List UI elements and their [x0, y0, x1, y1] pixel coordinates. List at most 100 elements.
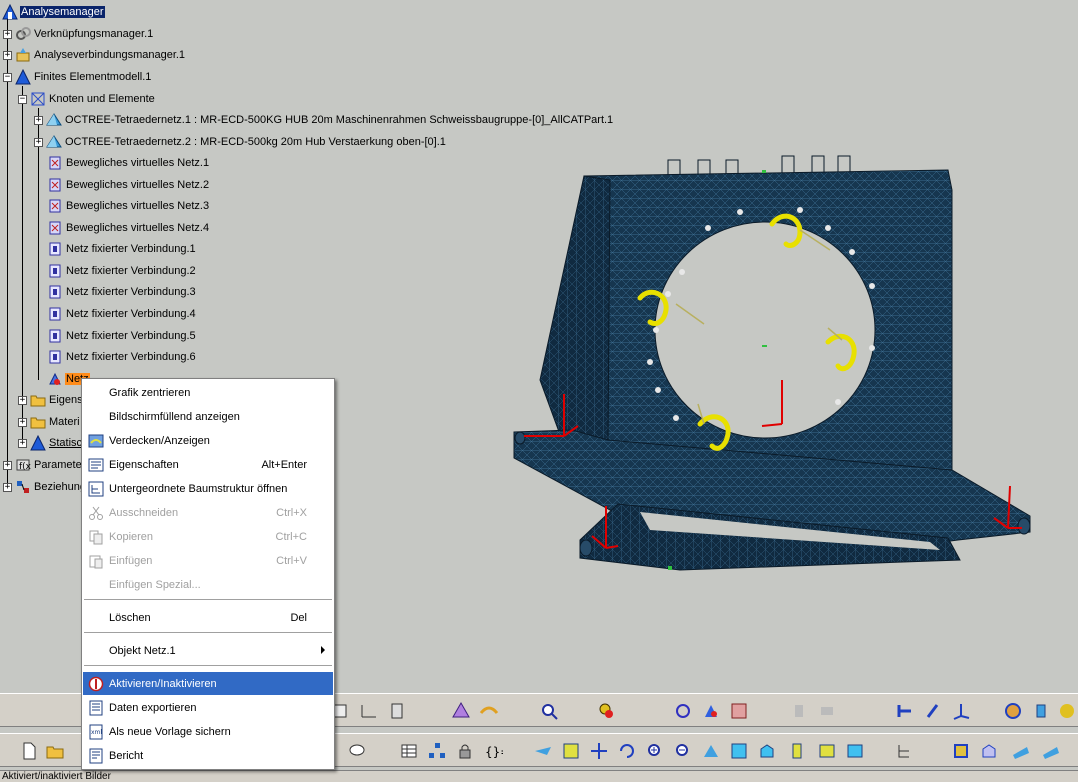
tree-node-octree-2[interactable]: + OCTREE-Tetraedernetz.2 : MR-ECD-500kg … — [34, 133, 447, 151]
tree-node-static-case[interactable]: + Statisc — [18, 434, 83, 452]
zoom-icon[interactable] — [538, 700, 560, 722]
formula-icon[interactable]: {}= — [482, 740, 504, 762]
clamp-icon[interactable] — [700, 700, 722, 722]
lock-icon[interactable] — [454, 740, 476, 762]
tree-node-virtual-mesh-3[interactable]: Bewegliches virtuelles Netz.3 — [47, 197, 210, 215]
comment-icon[interactable] — [346, 740, 368, 762]
collapse-icon[interactable]: − — [18, 94, 27, 104]
hierarchy-icon[interactable] — [426, 740, 448, 762]
plane-icon[interactable] — [1040, 740, 1062, 762]
connection-icon[interactable] — [672, 700, 694, 722]
multi-view-icon[interactable] — [728, 740, 750, 762]
tree-node-label: Finites Elementmodell.1 — [34, 71, 152, 83]
tree-node-connection-manager[interactable]: + Analyseverbindungsmanager.1 — [3, 46, 186, 64]
tree-node-root[interactable]: Analysemanager — [2, 3, 105, 21]
expand-icon[interactable]: + — [3, 460, 12, 470]
surface-icon[interactable] — [478, 700, 500, 722]
tree-node-relations[interactable]: + Beziehung — [3, 478, 87, 496]
central-bore — [654, 221, 876, 439]
menu-item-hide-show[interactable]: Verdecken/Anzeigen — [83, 429, 333, 452]
menu-item-object-submenu[interactable]: Objekt Netz.1 — [83, 639, 333, 662]
menu-separator — [84, 599, 332, 600]
tree-node-materials[interactable]: + Materi — [18, 413, 81, 431]
expand-icon[interactable]: + — [3, 29, 12, 39]
plane-icon[interactable] — [1010, 740, 1032, 762]
tree-node-links-manager[interactable]: + Verknüpfungsmanager.1 — [3, 25, 154, 43]
menu-item-fit-all[interactable]: Bildschirmfüllend anzeigen — [83, 405, 333, 428]
fixed-connection-icon — [47, 241, 63, 257]
sensor-icon[interactable] — [596, 700, 618, 722]
tree-node-label: Netz fixierter Verbindung.6 — [66, 351, 196, 363]
pin-icon[interactable] — [922, 700, 944, 722]
tetra-mesh-icon — [46, 134, 62, 150]
tree-node-properties[interactable]: + Eigens — [18, 391, 84, 409]
target-icon[interactable] — [1002, 700, 1024, 722]
properties-icon — [86, 455, 106, 475]
gray-tool-icon[interactable] — [816, 700, 838, 722]
axis-icon[interactable] — [950, 700, 972, 722]
tree-node-fixed-connection-1[interactable]: Netz fixierter Verbindung.1 — [47, 240, 197, 258]
tree-node-label: OCTREE-Tetraedernetz.2 : MR-ECD-500kg 20… — [65, 136, 446, 148]
open-folder-icon[interactable] — [44, 740, 66, 762]
dimension-icon[interactable] — [358, 700, 380, 722]
tree-node-fem-model[interactable]: − Finites Elementmodell.1 — [3, 68, 152, 86]
tree-icon[interactable] — [894, 740, 916, 762]
swap-visible-icon[interactable] — [844, 740, 866, 762]
folder-icon — [30, 414, 46, 430]
fly-icon[interactable] — [532, 740, 554, 762]
expand-icon[interactable]: + — [34, 115, 43, 125]
menu-item-activate-deactivate[interactable]: Aktivieren/Inaktivieren — [83, 672, 333, 695]
tree-node-virtual-mesh-1[interactable]: Bewegliches virtuelles Netz.1 — [47, 154, 210, 172]
tree-node-virtual-mesh-4[interactable]: Bewegliches virtuelles Netz.4 — [47, 219, 210, 237]
expand-icon[interactable]: + — [18, 438, 27, 448]
tree-node-fixed-connection-3[interactable]: Netz fixierter Verbindung.3 — [47, 283, 197, 301]
svg-text:{}=: {}= — [485, 745, 503, 759]
table-icon[interactable] — [398, 740, 420, 762]
load-icon[interactable] — [728, 700, 750, 722]
tree-node-fixed-connection-4[interactable]: Netz fixierter Verbindung.4 — [47, 305, 197, 323]
expand-icon[interactable]: + — [18, 417, 27, 427]
scroll-icon[interactable] — [386, 700, 408, 722]
expand-icon[interactable]: + — [3, 482, 12, 492]
tree-node-label: Netz fixierter Verbindung.2 — [66, 265, 196, 277]
tree-node-fixed-connection-6[interactable]: Netz fixierter Verbindung.6 — [47, 348, 197, 366]
info-icon[interactable] — [1056, 700, 1078, 722]
tree-node-nodes-elements[interactable]: − Knoten und Elemente — [18, 90, 156, 108]
pan-icon[interactable] — [588, 740, 610, 762]
tree-node-fixed-connection-5[interactable]: Netz fixierter Verbindung.5 — [47, 327, 197, 345]
gray-tool-icon[interactable] — [788, 700, 810, 722]
zoom-in-icon[interactable] — [644, 740, 666, 762]
menu-item-report[interactable]: Bericht — [83, 744, 333, 767]
menu-item-open-subtree[interactable]: Untergeordnete Baumstruktur öffnen — [83, 477, 333, 500]
mesh-icon[interactable] — [450, 700, 472, 722]
menu-item-properties[interactable]: Eigenschaften Alt+Enter — [83, 453, 333, 476]
fem-model-viewport[interactable] — [500, 140, 1060, 620]
fit-all-icon[interactable] — [560, 740, 582, 762]
expand-icon[interactable]: + — [3, 50, 12, 60]
hide-show-icon[interactable] — [816, 740, 838, 762]
tree-node-octree-1[interactable]: + OCTREE-Tetraedernetz.1 : MR-ECD-500KG … — [34, 111, 614, 129]
menu-item-delete[interactable]: Löschen Del — [83, 606, 333, 629]
menu-item-export-data[interactable]: Daten exportieren — [83, 696, 333, 719]
rotate-icon[interactable] — [616, 740, 638, 762]
normal-view-icon[interactable] — [700, 740, 722, 762]
restraint-icon[interactable] — [894, 700, 916, 722]
shading-icon[interactable] — [786, 740, 808, 762]
context-menu[interactable]: Grafik zentrieren Bildschirmfüllend anze… — [81, 378, 335, 770]
menu-item-save-template[interactable]: xml Als neue Vorlage sichern — [83, 720, 333, 743]
tree-node-fixed-connection-2[interactable]: Netz fixierter Verbindung.2 — [47, 262, 197, 280]
tree-node-virtual-mesh-2[interactable]: Bewegliches virtuelles Netz.2 — [47, 176, 210, 194]
tree-node-label: OCTREE-Tetraedernetz.1 : MR-ECD-500KG HU… — [65, 114, 614, 126]
box-icon[interactable] — [978, 740, 1000, 762]
menu-item-center-graph[interactable]: Grafik zentrieren — [83, 381, 333, 404]
new-file-icon[interactable] — [18, 740, 40, 762]
tree-node-label: Knoten und Elemente — [49, 93, 155, 105]
expand-icon[interactable]: + — [34, 137, 43, 147]
cylinder-icon[interactable] — [1030, 700, 1052, 722]
tree-node-parameters[interactable]: + f(x) Paramete — [3, 456, 83, 474]
collapse-icon[interactable]: − — [3, 72, 12, 82]
expand-icon[interactable]: + — [18, 395, 27, 405]
zoom-out-icon[interactable] — [672, 740, 694, 762]
cube-icon[interactable] — [950, 740, 972, 762]
iso-view-icon[interactable] — [756, 740, 778, 762]
